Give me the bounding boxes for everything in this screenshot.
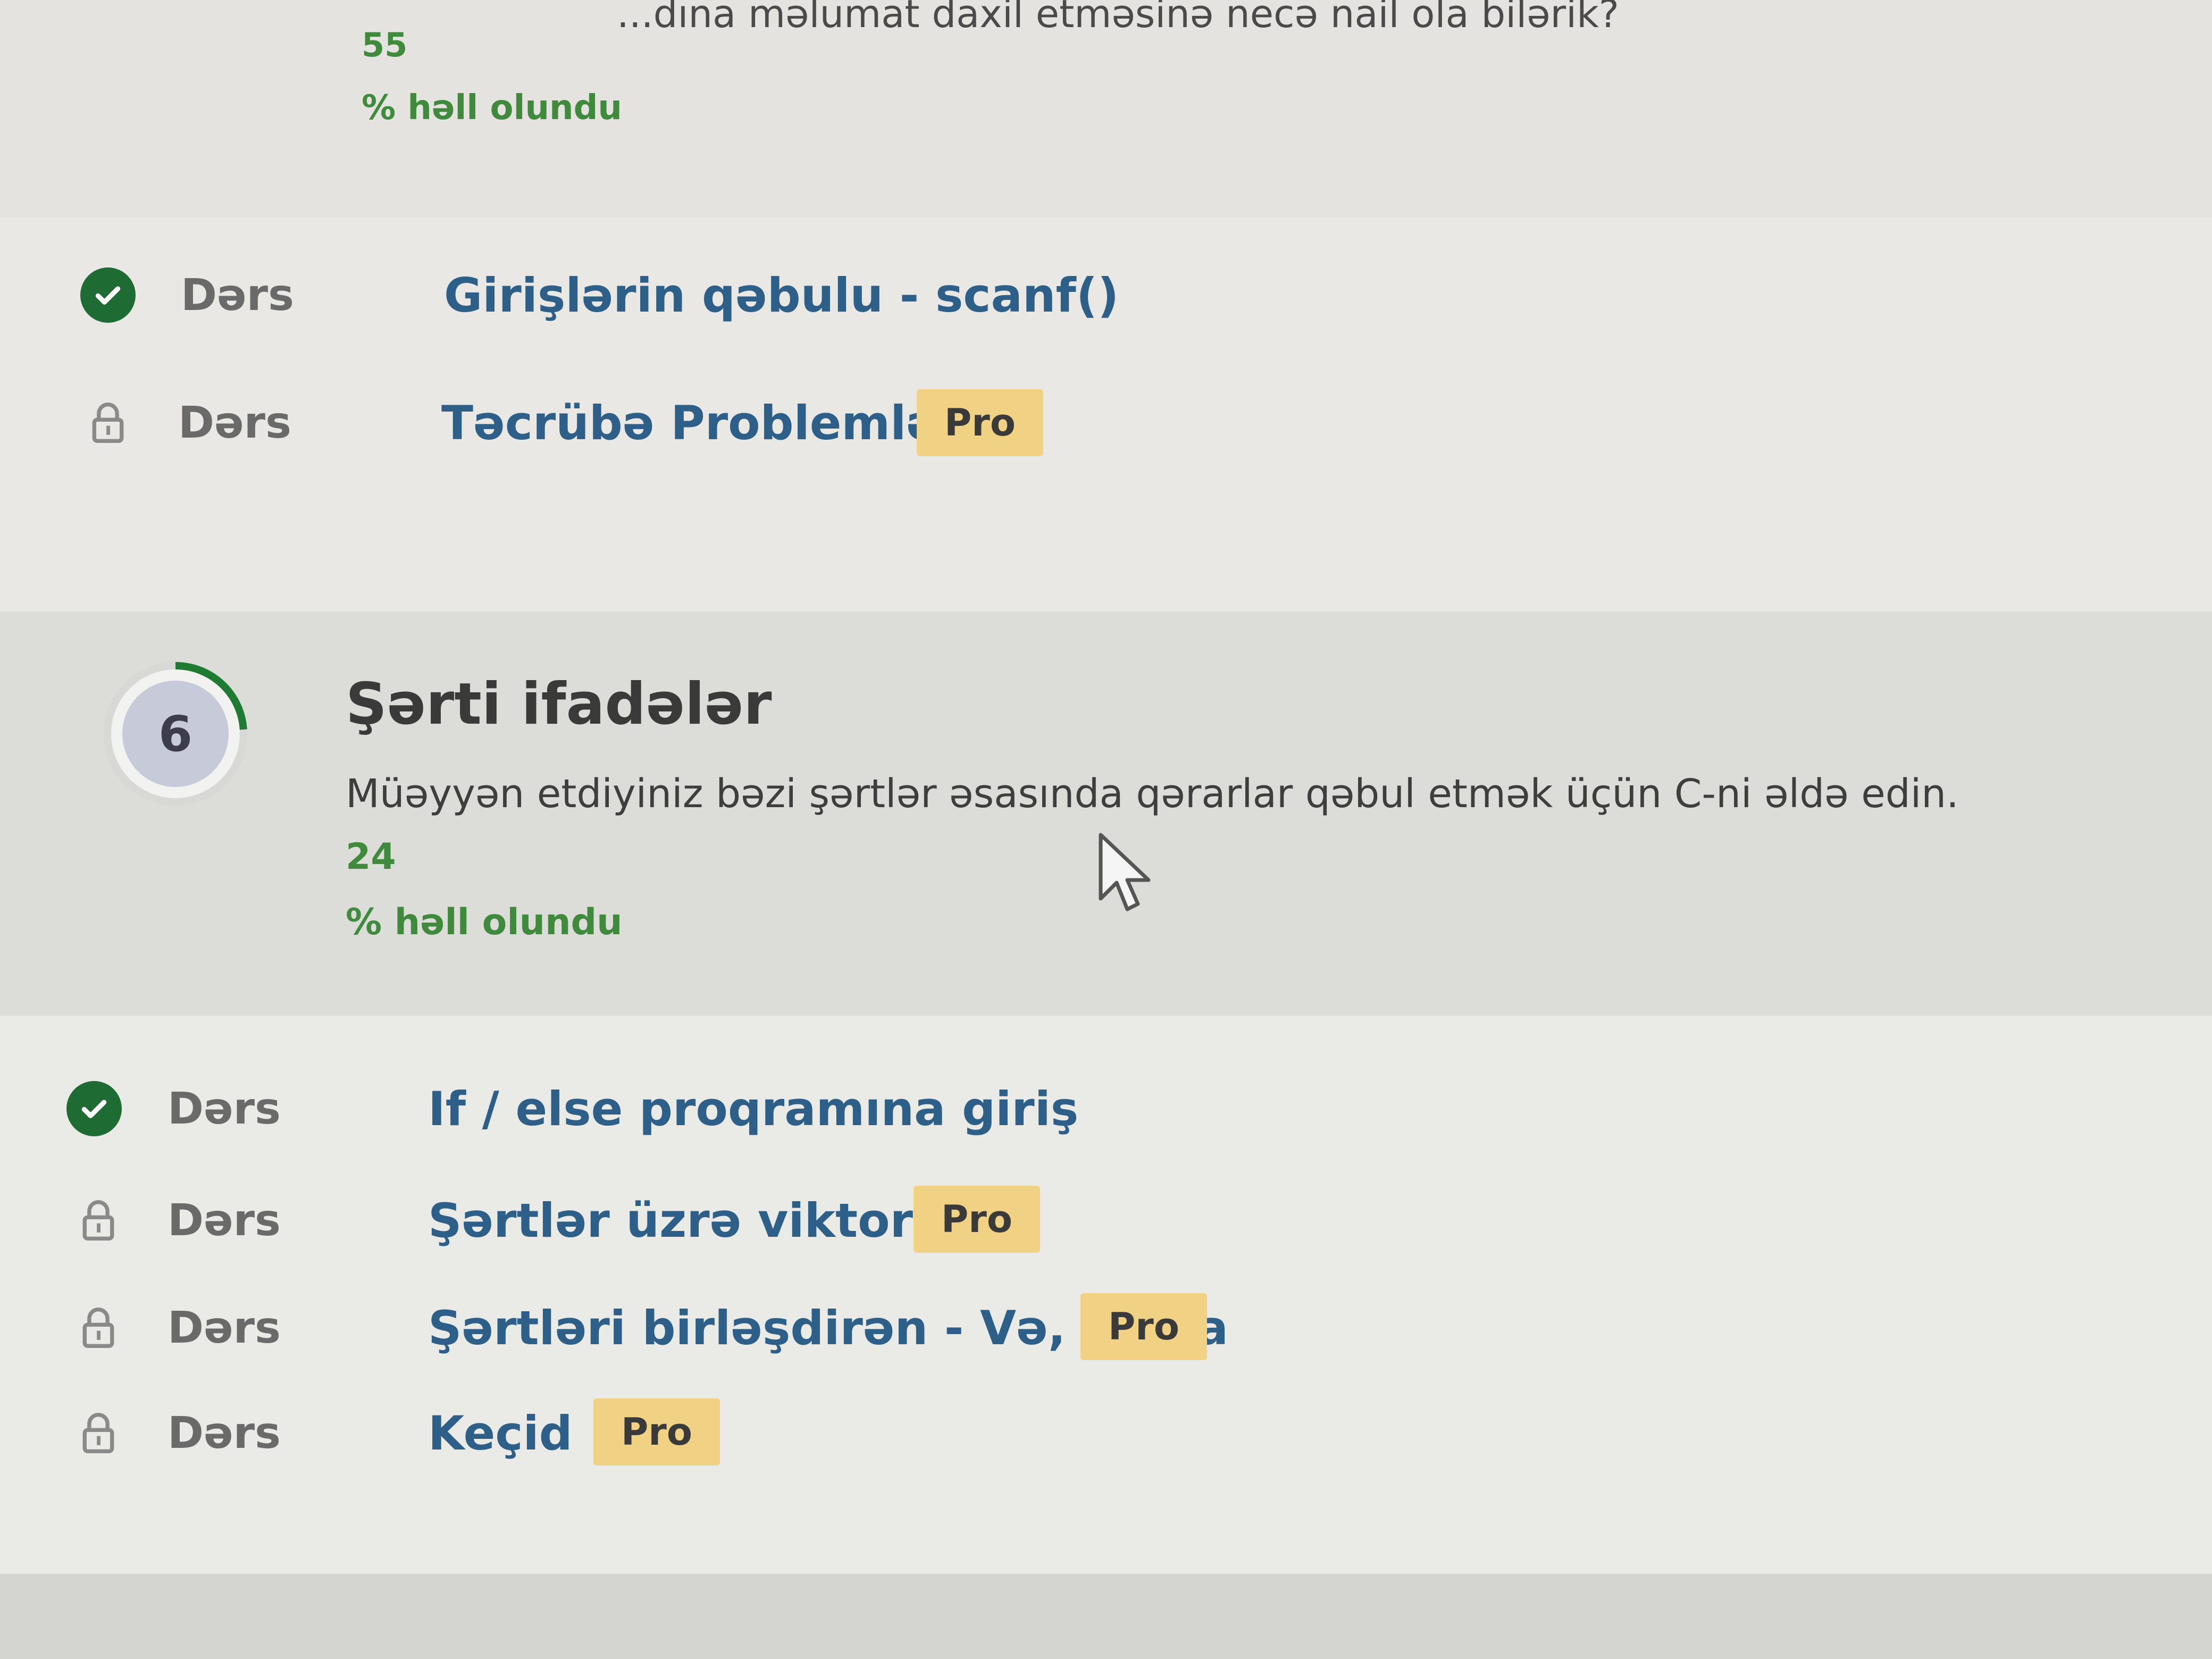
pro-badge: Pro <box>917 389 1043 456</box>
mouse-cursor-icon <box>1095 830 1154 915</box>
course-page: ...dına məlumat daxil etməsinə necə nail… <box>0 0 2212 1659</box>
lesson-row[interactable]: Dərs Girişlərin qəbulu - scanf() <box>0 261 1808 330</box>
check-circle-icon <box>79 266 137 324</box>
chapter-progress-ring: 6 <box>96 654 255 814</box>
lesson-title-link[interactable]: Girişlərin qəbulu - scanf() <box>444 268 1119 323</box>
chapter-description: Müəyyən etdiyiniz bəzi şərtlər əsasında … <box>346 771 1959 817</box>
lock-icon <box>69 1298 128 1357</box>
lock-icon <box>69 1404 128 1462</box>
chapter-number: 6 <box>158 705 192 763</box>
chapter-title: Şərti ifadələr <box>346 671 772 738</box>
lesson-row[interactable]: Dərs If / else proqramına giriş <box>0 1074 1808 1143</box>
chapter-solved-percent: 24 <box>346 836 396 878</box>
check-circle-icon <box>65 1079 123 1138</box>
pro-badge: Pro <box>593 1398 720 1465</box>
lesson-type-label: Dərs <box>167 1408 281 1459</box>
lesson-row[interactable]: Dərs Təcrübə Problemləri Pro <box>0 388 1808 457</box>
pro-badge: Pro <box>914 1186 1040 1253</box>
lesson-title-link[interactable]: Keçid <box>428 1406 573 1461</box>
lesson-type-label: Dərs <box>178 398 291 448</box>
lesson-type-label: Dərs <box>181 270 294 321</box>
pro-badge: Pro <box>1080 1293 1207 1360</box>
lesson-type-label: Dərs <box>167 1084 281 1134</box>
lesson-row[interactable]: Dərs Şərtləri birləşdirən - Və, Və ya Pr… <box>0 1293 1808 1362</box>
previous-chapter-description: ...dına məlumat daxil etməsinə necə nail… <box>617 0 1620 36</box>
previous-solved-percent: 55 <box>362 26 408 64</box>
previous-solved-label: % həll olundu <box>362 88 622 128</box>
lesson-row[interactable]: Dərs Keçid Pro <box>0 1398 1808 1468</box>
lesson-title-link[interactable]: Şərtlər üzrə viktorina <box>428 1193 994 1248</box>
chapter-solved-label: % həll olundu <box>346 901 623 943</box>
lesson-title-link[interactable]: If / else proqramına giriş <box>428 1082 1078 1136</box>
lock-icon <box>79 393 137 452</box>
lesson-title-link[interactable]: Təcrübə Problemləri <box>441 396 977 450</box>
lock-icon <box>69 1191 128 1250</box>
bottom-band <box>0 1574 2212 1659</box>
lesson-row[interactable]: Dərs Şərtlər üzrə viktorina Pro <box>0 1186 1808 1255</box>
lesson-type-label: Dərs <box>167 1303 281 1353</box>
lesson-type-label: Dərs <box>167 1195 281 1246</box>
